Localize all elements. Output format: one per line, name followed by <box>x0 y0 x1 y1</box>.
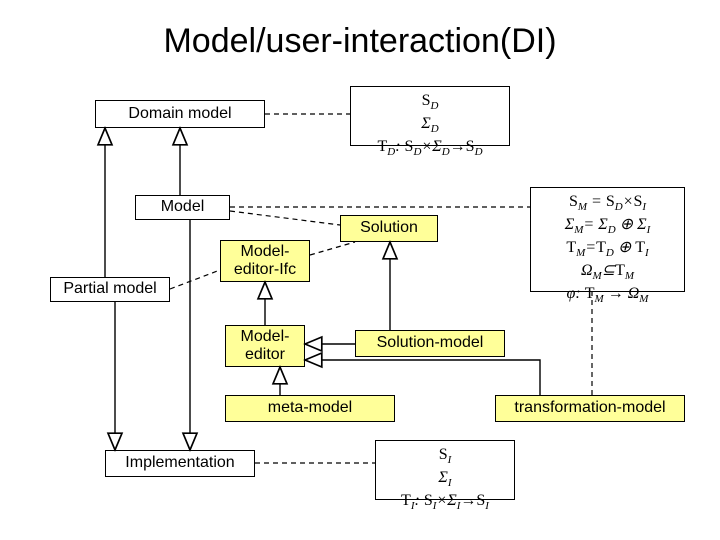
box-partial-model: Partial model <box>50 277 170 302</box>
box-solution-model: Solution-model <box>355 330 505 357</box>
note-model-math: SM = SD×SI ΣM= ΣD ⊕ ΣI TM=TD ⊕ TI ΩM⊆TM … <box>530 187 685 292</box>
box-transformation-model: transformation-model <box>495 395 685 422</box>
box-solution: Solution <box>340 215 438 242</box>
box-implementation: Implementation <box>105 450 255 477</box>
page-title: Model/user-interaction(DI) <box>0 22 720 61</box>
box-meta-model: meta-model <box>225 395 395 422</box>
note-impl-math: SI ΣI TI: SI×ΣI→SI <box>375 440 515 500</box>
box-domain-model: Domain model <box>95 100 265 128</box>
box-model-editor: Model- editor <box>225 325 305 367</box>
note-domain-math: SD ΣD TD: SD×ΣD→SD <box>350 86 510 146</box>
box-model: Model <box>135 195 230 220</box>
box-model-editor-ifc: Model- editor-Ifc <box>220 240 310 282</box>
